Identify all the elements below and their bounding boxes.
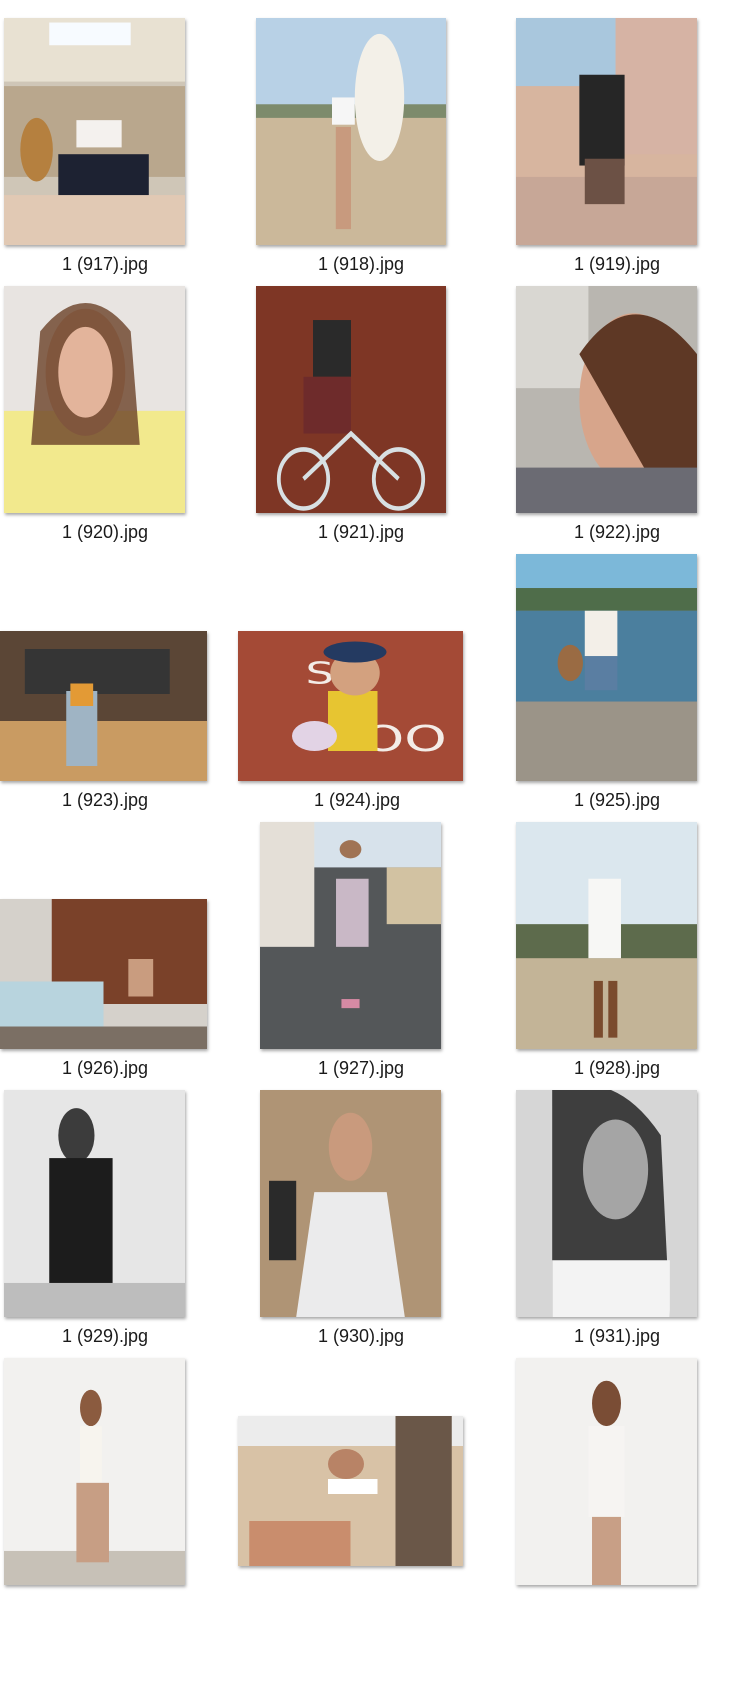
thumbnail-image[interactable]: [516, 554, 697, 781]
file-tile[interactable]: 1 (925).jpg: [512, 536, 754, 826]
thumbnail-image[interactable]: [238, 1416, 463, 1566]
thumbnail-image[interactable]: SHOO: [238, 631, 463, 781]
file-tile[interactable]: 1 (928).jpg: [512, 804, 754, 1094]
file-tile[interactable]: 1 (919).jpg: [512, 0, 754, 290]
file-tile[interactable]: [0, 1340, 250, 1630]
file-tile[interactable]: 1 (931).jpg: [512, 1072, 754, 1362]
file-tile[interactable]: 1 (926).jpg: [0, 804, 250, 1094]
thumbnail-image[interactable]: [516, 18, 697, 245]
thumbnail-image[interactable]: [516, 1090, 697, 1317]
thumbnail-image[interactable]: [4, 1358, 185, 1585]
thumbnail-image[interactable]: [0, 899, 207, 1049]
file-tile[interactable]: 1 (923).jpg: [0, 536, 250, 826]
thumbnail-image[interactable]: [4, 18, 185, 245]
thumbnail-image[interactable]: [516, 286, 697, 513]
file-tile[interactable]: 1 (918).jpg: [256, 0, 506, 290]
thumbnail-image[interactable]: [260, 822, 441, 1049]
file-tile[interactable]: 1 (927).jpg: [256, 804, 506, 1094]
file-tile[interactable]: 1 (922).jpg: [512, 268, 754, 558]
thumbnail-image[interactable]: [4, 1090, 185, 1317]
thumbnail-image[interactable]: [516, 822, 697, 1049]
thumbnail-image[interactable]: [516, 1358, 697, 1585]
file-tile[interactable]: SHOO 1 (924).jpg: [238, 536, 488, 826]
thumbnail-image[interactable]: [256, 18, 446, 245]
file-tile[interactable]: [512, 1340, 754, 1630]
file-tile[interactable]: 1 (929).jpg: [0, 1072, 250, 1362]
thumbnail-image[interactable]: [4, 286, 185, 513]
thumbnail-image[interactable]: [256, 286, 446, 513]
file-tile[interactable]: [238, 1340, 488, 1630]
file-tile[interactable]: 1 (917).jpg: [0, 0, 250, 290]
file-tile[interactable]: 1 (930).jpg: [256, 1072, 506, 1362]
file-tile[interactable]: 1 (921).jpg: [256, 268, 506, 558]
thumbnail-image[interactable]: [260, 1090, 441, 1317]
thumbnail-image[interactable]: [0, 631, 207, 781]
file-tile[interactable]: 1 (920).jpg: [0, 268, 250, 558]
